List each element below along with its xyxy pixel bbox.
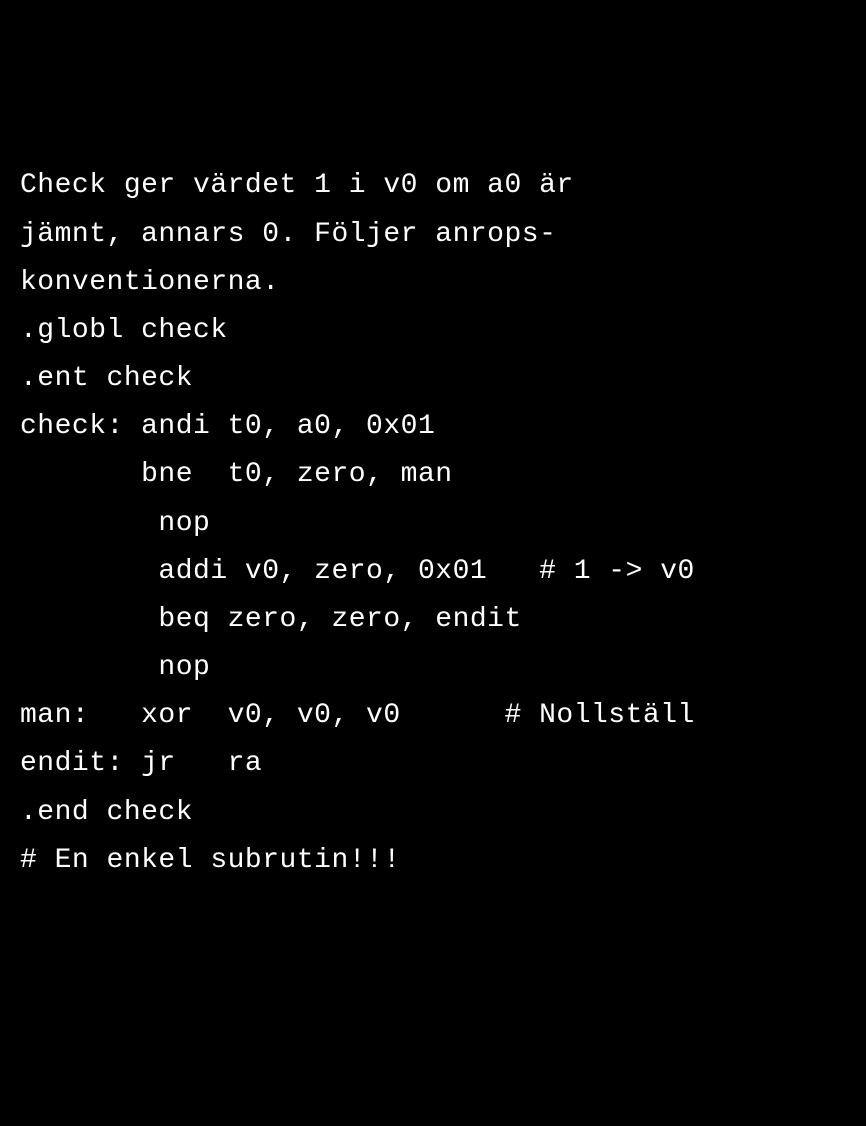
instr-beq: beq zero, zero, endit — [20, 596, 846, 644]
instr-addi: addi v0, zero, 0x01 # 1 -> v0 — [20, 548, 846, 596]
instr-nop-2: nop — [20, 644, 846, 692]
label-check-andi: check: andi t0, a0, 0x01 — [20, 403, 846, 451]
comment-line-1: Check ger värdet 1 i v0 om a0 är — [20, 162, 846, 210]
instr-bne: bne t0, zero, man — [20, 451, 846, 499]
label-endit-jr: endit: jr ra — [20, 740, 846, 788]
instr-nop-1: nop — [20, 500, 846, 548]
label-man-xor: man: xor v0, v0, v0 # Nollställ — [20, 692, 846, 740]
directive-globl: .globl check — [20, 307, 846, 355]
comment-line-2: jämnt, annars 0. Följer anrops- — [20, 211, 846, 259]
directive-ent: .ent check — [20, 355, 846, 403]
comment-footer: # En enkel subrutin!!! — [20, 837, 846, 885]
comment-line-3: konventionerna. — [20, 259, 846, 307]
directive-end: .end check — [20, 789, 846, 837]
